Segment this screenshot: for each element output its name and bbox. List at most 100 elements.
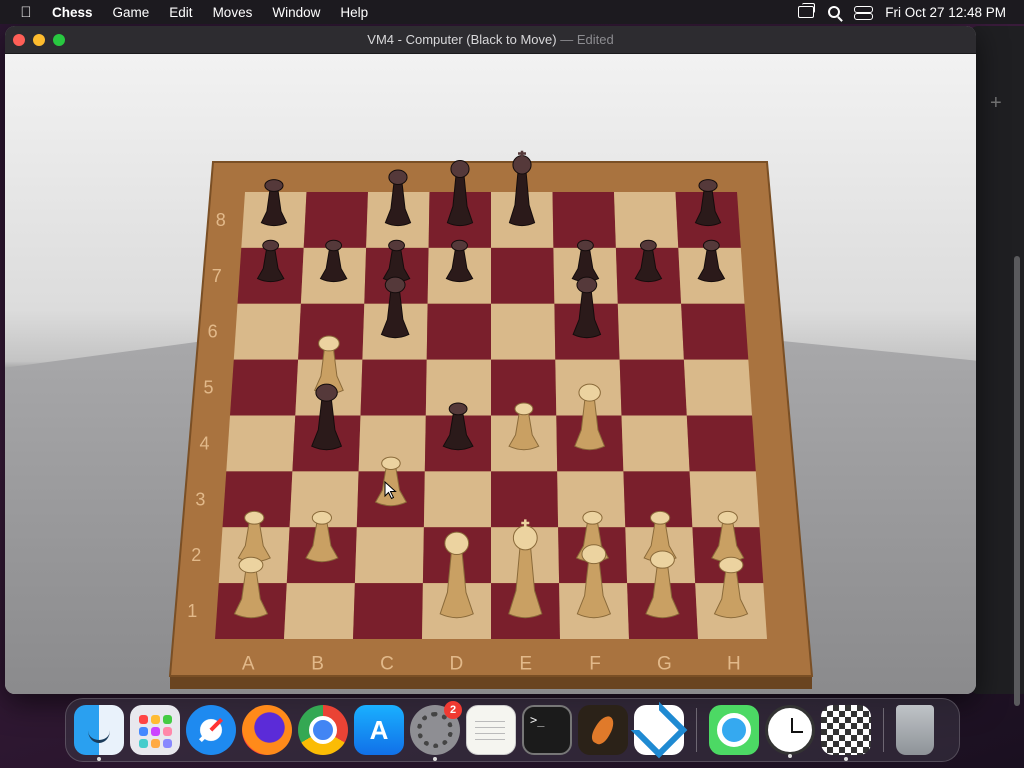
safari-icon[interactable] <box>186 705 236 755</box>
square-d6[interactable] <box>426 303 491 360</box>
square-a4[interactable] <box>226 415 296 472</box>
square-g6[interactable] <box>617 303 684 360</box>
square-g4[interactable] <box>621 415 690 472</box>
garageband-icon[interactable] <box>578 705 628 755</box>
title-bar[interactable]: VM4 - Computer (Black to Move) — Edited <box>5 26 976 54</box>
terminal-icon[interactable]: >_ <box>522 705 572 755</box>
square-e7[interactable] <box>491 247 555 304</box>
square-c1[interactable] <box>353 583 423 639</box>
find-my-icon[interactable] <box>709 705 759 755</box>
black-pawn-b7-head <box>325 239 343 252</box>
square-e6[interactable] <box>491 303 556 360</box>
white-knight-b5-head <box>318 335 340 352</box>
dock-separator <box>696 708 697 752</box>
square-f8[interactable] <box>552 192 616 248</box>
rank-label-7: 7 <box>212 266 222 286</box>
menu-moves[interactable]: Moves <box>203 5 263 20</box>
square-d3[interactable] <box>423 471 491 528</box>
white-bishop-f4-head <box>578 383 601 402</box>
chess-icon[interactable] <box>821 705 871 761</box>
square-g8[interactable] <box>614 192 679 248</box>
square-e3[interactable] <box>491 471 559 528</box>
menu-chess[interactable]: Chess <box>52 5 103 20</box>
plus-icon[interactable]: + <box>990 92 1002 115</box>
file-label-e: E <box>519 653 532 674</box>
zoom-button[interactable] <box>53 33 65 46</box>
clock-icon[interactable] <box>765 705 815 758</box>
white-rook-a1-head <box>238 556 264 574</box>
chess-board[interactable]: A B C D E F G H 1 2 3 4 5 6 7 8 <box>5 54 976 694</box>
menu-game[interactable]: Game <box>103 5 160 20</box>
file-label-g: G <box>657 653 672 674</box>
white-queen-d1-head <box>444 531 470 555</box>
title-separator: — <box>560 32 574 47</box>
control-center-icon[interactable] <box>854 5 874 20</box>
window-title-text: VM4 - Computer (Black to Move) <box>367 32 557 47</box>
white-pawn-g2-head <box>650 510 671 525</box>
square-h6[interactable] <box>681 303 749 360</box>
rank-label-2: 2 <box>191 545 201 565</box>
square-b1[interactable] <box>284 583 355 639</box>
white-pawn-e4-head <box>514 402 534 416</box>
menu-help[interactable]: Help <box>330 5 378 20</box>
spotlight-search-icon[interactable] <box>828 6 841 18</box>
white-bishop-f1-head <box>581 544 607 565</box>
file-label-b: B <box>311 653 324 674</box>
minimize-button[interactable] <box>33 33 45 46</box>
white-king-e1-head <box>512 525 538 551</box>
menu-window[interactable]: Window <box>262 5 330 20</box>
terminal-prompt: >_ <box>530 713 545 727</box>
white-pawn-f2-head <box>582 510 603 525</box>
file-label-h: H <box>727 653 741 674</box>
close-button[interactable] <box>13 33 25 46</box>
board-stage: A B C D E F G H 1 2 3 4 5 6 7 8 <box>5 54 976 694</box>
black-pawn-d7-head <box>451 239 468 252</box>
rank-label-8: 8 <box>216 210 226 230</box>
black-pawn-h7-head <box>702 239 720 252</box>
file-label-a: A <box>242 653 255 674</box>
black-queen-d8-head <box>450 159 470 178</box>
screen-mirroring-icon[interactable] <box>798 3 816 18</box>
dock: A 2 >_ <box>65 698 960 762</box>
app-store-icon[interactable]: A <box>354 705 404 755</box>
rank-label-1: 1 <box>187 601 197 621</box>
black-pawn-c7-head <box>388 239 405 252</box>
white-pawn-h2-head <box>717 510 738 525</box>
square-c2[interactable] <box>354 527 424 584</box>
black-pawn-d4-head <box>448 402 468 416</box>
chess-window: VM4 - Computer (Black to Move) — Edited … <box>5 26 976 694</box>
square-c5[interactable] <box>360 359 427 416</box>
black-pawn-a7-head <box>262 239 280 252</box>
menu-edit[interactable]: Edit <box>159 5 202 20</box>
white-rook-h1-head <box>718 556 744 574</box>
firefox-icon[interactable] <box>242 705 292 755</box>
square-a6[interactable] <box>233 303 301 360</box>
launchpad-icon[interactable] <box>130 705 180 755</box>
finder-icon[interactable] <box>74 705 124 761</box>
black-rook-h8-head <box>698 179 718 192</box>
white-pawn-a2-head <box>244 510 265 525</box>
textedit-icon[interactable] <box>466 705 516 755</box>
black-pawn-g7-head <box>639 239 657 252</box>
square-h4[interactable] <box>686 415 756 472</box>
chrome-icon[interactable] <box>298 705 348 755</box>
square-a5[interactable] <box>230 359 299 416</box>
square-b8[interactable] <box>303 192 368 248</box>
menubar-clock[interactable]: Fri Oct 27 12:48 PM <box>885 5 1006 20</box>
vscode-icon[interactable] <box>634 705 684 755</box>
rank-label-5: 5 <box>204 378 214 398</box>
trash-icon[interactable] <box>896 705 934 755</box>
apple-menu-icon[interactable]:  <box>0 4 52 21</box>
background-window[interactable]: + <box>970 26 1024 706</box>
file-label-d: D <box>449 653 463 674</box>
black-rook-a8-head <box>264 179 284 192</box>
window-title: VM4 - Computer (Black to Move) — Edited <box>5 32 976 47</box>
square-h5[interactable] <box>683 359 752 416</box>
square-g5[interactable] <box>619 359 687 416</box>
white-knight-g1-head <box>650 550 675 569</box>
system-settings-icon[interactable]: 2 <box>410 701 462 761</box>
black-bishop-b4-head <box>315 383 338 402</box>
black-king-e8-head <box>512 155 532 175</box>
scrollbar[interactable] <box>1014 256 1020 706</box>
board-frame-edge <box>170 676 812 689</box>
